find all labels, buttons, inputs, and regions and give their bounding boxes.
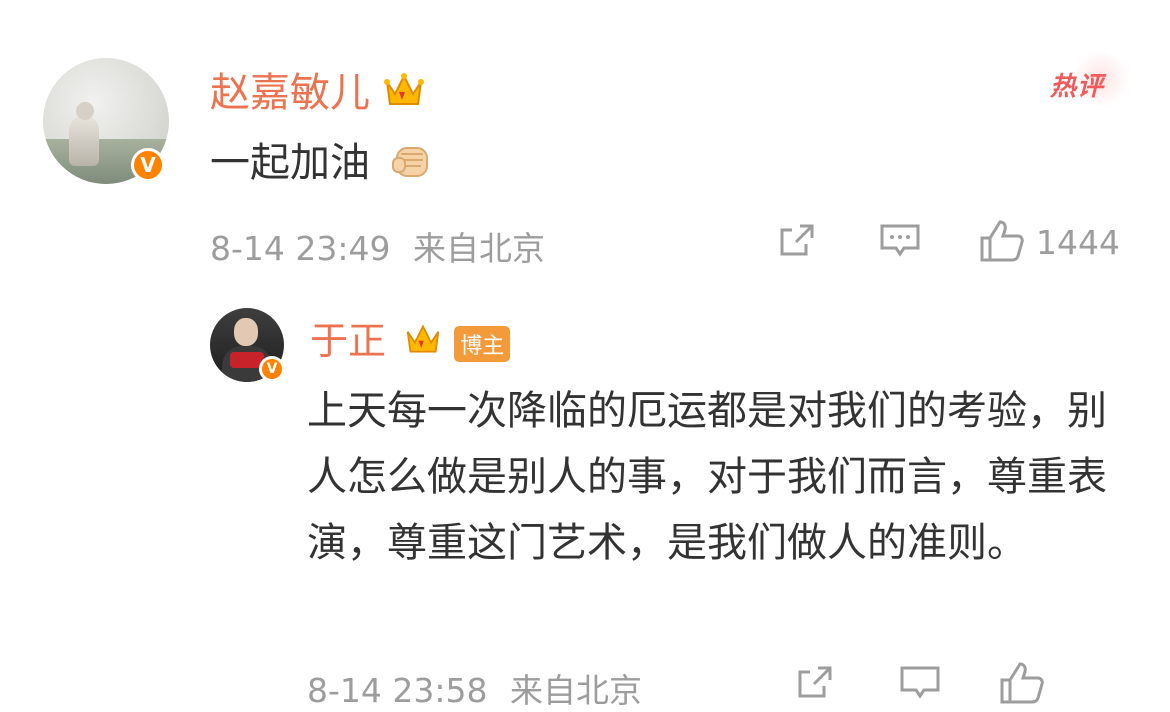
hot-comment-tag: 热评 xyxy=(1050,72,1105,102)
reply-username[interactable]: 于正 博主 xyxy=(310,310,511,366)
comment-text-content: 一起加油 xyxy=(210,140,370,186)
reply-time: 8-14 23:58 xyxy=(307,671,488,710)
reply-repost-icon[interactable] xyxy=(796,664,836,700)
reply-comment-icon[interactable] xyxy=(898,664,940,700)
reply-meta: 8-14 23:58 来自北京 xyxy=(307,664,642,712)
comment-location: 来自北京 xyxy=(413,229,545,268)
like-count: 1444 xyxy=(1036,222,1120,262)
comment-text: 一起加油 xyxy=(210,130,435,192)
fist-emoji-icon xyxy=(391,138,435,192)
crown-icon xyxy=(404,321,442,366)
reply-verified-badge: V xyxy=(259,356,285,382)
repost-icon[interactable] xyxy=(778,222,818,258)
blogger-tag: 博主 xyxy=(454,325,511,362)
comment-meta: 8-14 23:49 来自北京 xyxy=(210,222,545,270)
username-text[interactable]: 赵嘉敏儿 xyxy=(210,70,370,116)
reply-username-text[interactable]: 于正 xyxy=(310,319,386,363)
comment-reply-icon[interactable] xyxy=(878,222,920,258)
reply-like-icon[interactable] xyxy=(998,660,1046,708)
comment-username[interactable]: 赵嘉敏儿 xyxy=(210,60,425,120)
like-button[interactable]: 1444 xyxy=(978,218,1120,266)
verified-badge: V xyxy=(131,148,165,182)
crown-icon xyxy=(383,70,425,120)
comment-time: 8-14 23:49 xyxy=(210,229,391,268)
thumbs-up-icon[interactable] xyxy=(978,218,1026,266)
reply-text: 上天每一次降临的厄运都是对我们的考验，别人怎么做是别人的事，对于我们而言，尊重表… xyxy=(307,388,1107,566)
reply-location: 来自北京 xyxy=(510,671,642,710)
